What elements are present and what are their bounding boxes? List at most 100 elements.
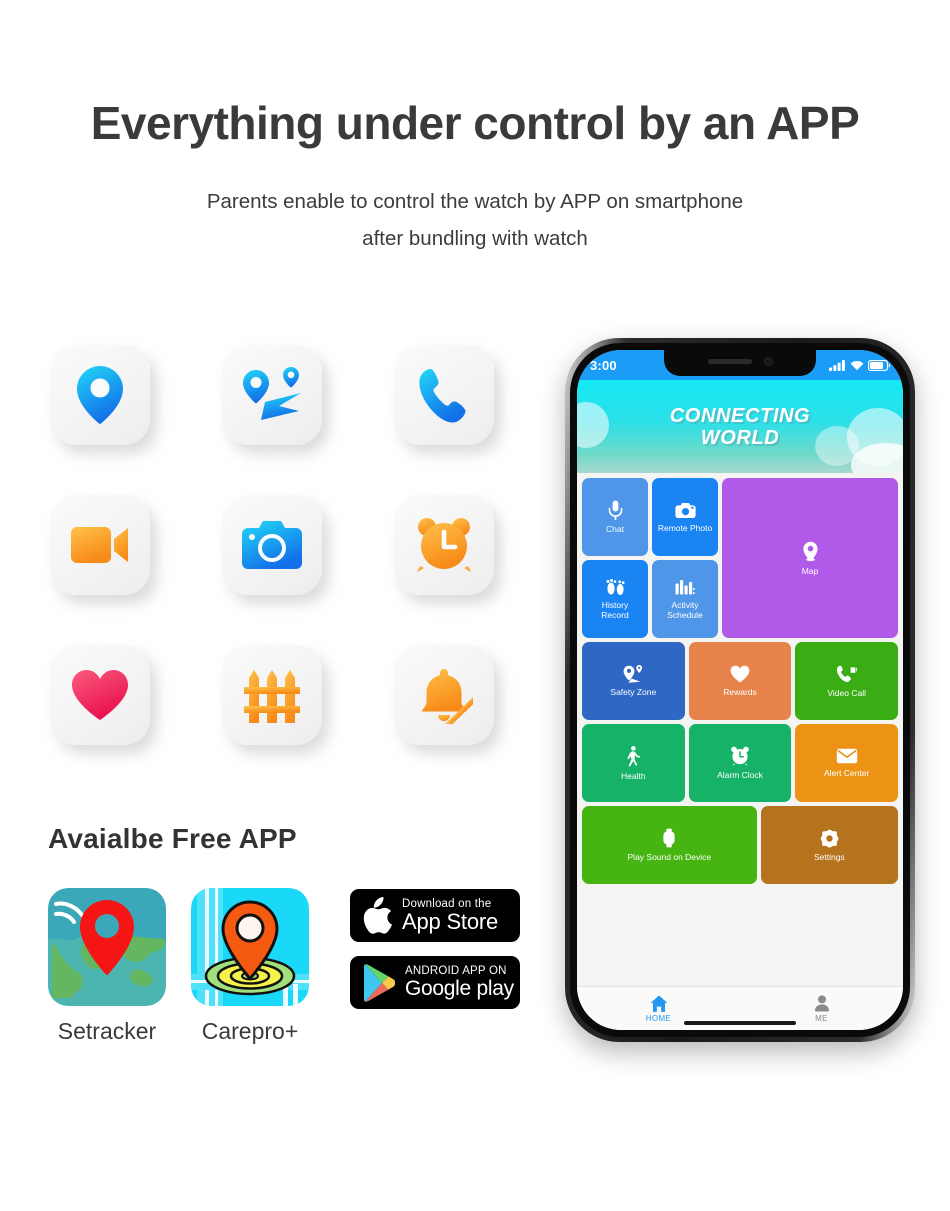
front-camera-icon	[763, 357, 773, 366]
google-play-badge[interactable]: ANDROID APP ON Google play	[350, 956, 520, 1009]
app-store-badge-big: App Store	[402, 908, 499, 934]
alarm-clock-tile	[394, 495, 494, 595]
app-store-badge-text: Download on the App Store	[402, 898, 498, 933]
phone-call-icon	[419, 369, 466, 423]
phone-mockup: 3:00 CONNECTING WORLD Chat Remote Photo …	[565, 338, 915, 1042]
tile-label: Alarm Clock	[717, 770, 763, 780]
geofence-pin-icon	[623, 665, 642, 683]
nav-item-me[interactable]: ME	[740, 994, 903, 1023]
alarm-clock-icon	[417, 518, 471, 572]
tile-label: Rewards	[723, 687, 757, 697]
tile-map[interactable]: Map	[722, 478, 898, 638]
app-store-badge[interactable]: Download on the App Store	[350, 889, 520, 942]
tile-label: Alert Center	[824, 768, 870, 778]
setracker-app-icon	[48, 888, 166, 1006]
banner-line-2: WORLD	[700, 426, 780, 449]
free-app-title: Avaialbe Free APP	[48, 823, 297, 854]
page-subtitle: Parents enable to control the watch by A…	[0, 183, 950, 257]
tile-safety-zone[interactable]: Safety Zone	[582, 642, 685, 720]
tile-history-record[interactable]: History Record	[582, 560, 648, 638]
gear-icon	[820, 829, 839, 848]
cloud-shape	[577, 402, 609, 448]
wifi-icon	[850, 360, 864, 370]
tile-settings[interactable]: Settings	[760, 806, 898, 884]
route-map-icon	[243, 367, 301, 420]
nav-item-home[interactable]: HOME	[577, 995, 740, 1023]
tile-remote-photo[interactable]: Remote Photo	[652, 478, 718, 556]
tile-alert-center[interactable]: Alert Center	[795, 724, 899, 802]
tile-label: Chat	[606, 524, 624, 534]
camera-tile	[222, 495, 322, 595]
app-setracker[interactable]: Setracker	[48, 888, 166, 1045]
feature-icon-cell	[50, 345, 150, 445]
tile-row: Play Sound on Device Settings	[582, 806, 898, 884]
fence-tile	[222, 645, 322, 745]
phone-notch	[664, 350, 816, 376]
app-label: Carepro+	[201, 1018, 299, 1044]
app-label: Setracker	[57, 1018, 157, 1044]
nav-item-label: HOME	[645, 1013, 672, 1023]
nav-item-label: ME	[815, 1013, 828, 1023]
feature-icon-cell	[222, 345, 322, 445]
subtitle-line-1: Parents enable to control the watch by A…	[206, 190, 744, 213]
status-bar-time: 3:00	[590, 357, 617, 373]
person-icon	[814, 994, 829, 1011]
heart-icon	[730, 665, 750, 683]
bell-off-tile	[394, 645, 494, 745]
status-bar-icons	[829, 359, 890, 371]
video-phone-icon	[837, 665, 858, 682]
smartwatch-icon	[663, 828, 675, 848]
camera-icon	[674, 502, 696, 518]
signal-bars-icon	[829, 359, 845, 371]
bell-off-icon	[421, 669, 473, 724]
tile-row: Chat Remote Photo	[582, 478, 718, 556]
tile-chat[interactable]: Chat	[582, 478, 648, 556]
tile-row: Health Alarm Clock Alert Center	[582, 724, 899, 802]
tile-label: Settings	[813, 851, 845, 862]
video-camera-icon	[71, 527, 128, 563]
walking-person-icon	[627, 745, 641, 766]
tile-label: Play Sound on Device	[627, 852, 712, 862]
tile-label: Video Call	[827, 687, 866, 698]
location-pin-icon	[77, 366, 123, 424]
app-carepro[interactable]: Carepro+	[191, 888, 309, 1045]
tile-play-sound-on-device[interactable]: Play Sound on Device	[582, 806, 757, 884]
feature-icon-cell	[50, 495, 150, 595]
camera-icon	[242, 521, 302, 569]
google-play-badge-big: Google play	[405, 976, 514, 1000]
tile-label: Remote Photo	[657, 522, 713, 533]
banner-line-1: CONNECTING	[669, 404, 811, 427]
envelope-icon	[836, 748, 857, 764]
app-banner: CONNECTING WORLD	[577, 380, 903, 473]
phone-screen: 3:00 CONNECTING WORLD Chat Remote Photo …	[577, 350, 903, 1030]
tile-health[interactable]: Health	[582, 724, 685, 802]
tile-label: Health	[621, 770, 646, 781]
battery-icon	[868, 359, 890, 371]
tile-activity-schedule[interactable]: Activity Schedule	[652, 560, 718, 638]
heart-icon	[72, 670, 128, 720]
tile-rewards[interactable]: Rewards	[688, 642, 792, 720]
tile-section-top: Chat Remote Photo History Record Activit…	[582, 478, 898, 638]
footprints-icon	[606, 578, 625, 595]
tile-label: Activity Schedule	[667, 599, 703, 620]
microphone-icon	[608, 500, 622, 520]
tile-label: Map	[801, 565, 819, 576]
feature-icon-cell	[394, 645, 494, 745]
chart-bars-icon	[675, 579, 695, 594]
page-root: Everything under control by an APP Paren…	[0, 0, 950, 1211]
feature-icon-grid	[50, 345, 530, 795]
tile-column-left: Chat Remote Photo History Record Activit…	[582, 478, 718, 638]
fence-icon	[244, 670, 300, 723]
feature-icon-cell	[394, 345, 494, 445]
page-title: Everything under control by an APP	[90, 97, 860, 149]
phone-call-tile	[394, 345, 494, 445]
app-tile-grid: Chat Remote Photo History Record Activit…	[577, 473, 903, 986]
apple-logo-icon	[363, 896, 393, 934]
google-play-icon	[364, 963, 396, 1002]
home-indicator	[684, 1021, 796, 1025]
tile-label: History Record	[601, 599, 629, 620]
carepro-app-icon	[191, 888, 309, 1006]
phone-bezel: 3:00 CONNECTING WORLD Chat Remote Photo …	[570, 343, 910, 1037]
tile-video-call[interactable]: Video Call	[795, 642, 899, 720]
tile-alarm-clock[interactable]: Alarm Clock	[688, 724, 792, 802]
